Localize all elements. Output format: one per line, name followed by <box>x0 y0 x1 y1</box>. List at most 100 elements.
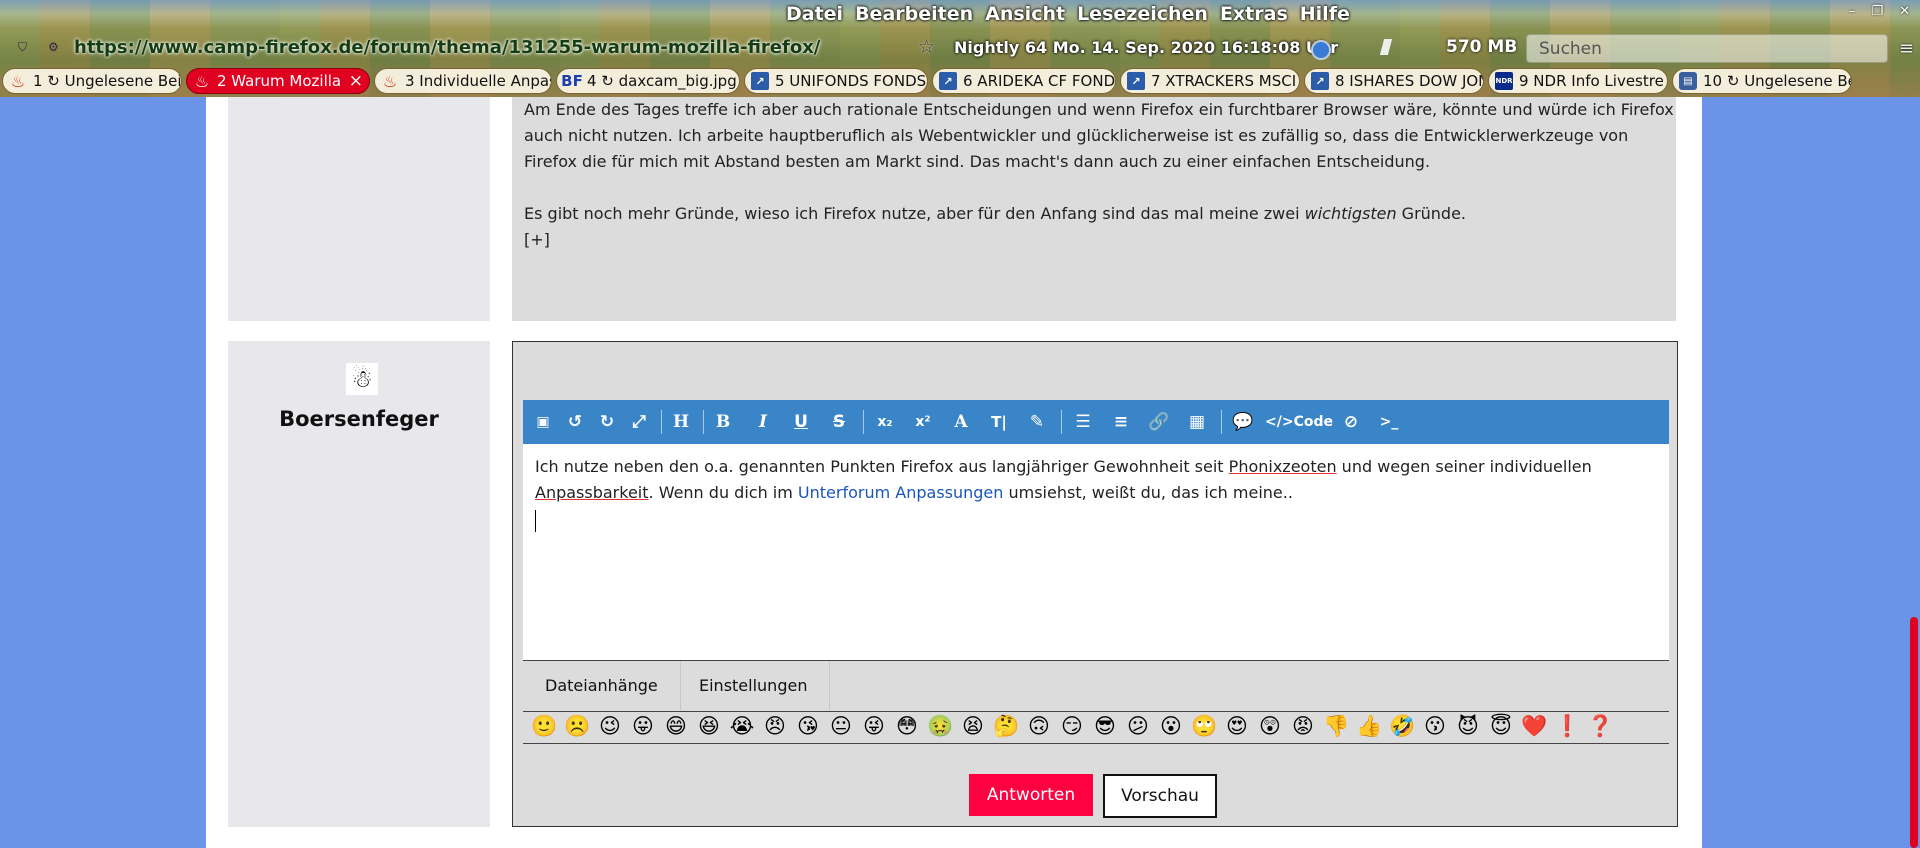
menu-bearbeiten[interactable]: Bearbeiten <box>855 3 973 25</box>
editor-tabs: Dateianhänge Einstellungen <box>523 660 1669 712</box>
smiley-icon[interactable]: ❗ <box>1554 713 1580 739</box>
menu-datei[interactable]: Datei <box>786 3 843 25</box>
undo-icon[interactable]: ↺ <box>561 400 589 444</box>
smiley-icon[interactable]: ❓ <box>1587 713 1613 739</box>
misspelled-word: Anpassbarkeit <box>535 483 649 502</box>
smiley-icon[interactable]: 😫 <box>960 713 986 739</box>
subscript-button[interactable]: x₂ <box>871 400 899 444</box>
maximize-button[interactable]: ❐ <box>1871 4 1883 19</box>
spoiler-icon[interactable]: ⊘ <box>1337 400 1365 444</box>
list-icon[interactable]: ☰ <box>1069 400 1097 444</box>
smiley-icon[interactable]: 😛 <box>630 713 656 739</box>
superscript-button[interactable]: x² <box>909 400 937 444</box>
tab-5[interactable]: ↗ 5 UNIFONDS FONDS <box>744 68 928 94</box>
avatar[interactable]: ☃ <box>346 363 378 395</box>
smiley-icon[interactable]: 😆 <box>696 713 722 739</box>
smiley-icon[interactable]: 🙄 <box>1191 713 1217 739</box>
strikethrough-button[interactable]: S <box>825 400 853 444</box>
scrollbar[interactable] <box>1908 97 1920 848</box>
smiley-icon[interactable]: 😡 <box>1290 713 1316 739</box>
close-tab-icon[interactable]: × <box>349 71 363 91</box>
smiley-icon[interactable]: 🙃 <box>1026 713 1052 739</box>
code-button[interactable]: </>Code <box>1265 400 1333 444</box>
menu-hilfe[interactable]: Hilfe <box>1300 3 1350 25</box>
smiley-icon[interactable]: 😐 <box>828 713 854 739</box>
expand-link[interactable]: [+] <box>524 227 1674 253</box>
menu-ansicht[interactable]: Ansicht <box>985 3 1065 25</box>
tab-label: 8 ISHARES DOW JON <box>1335 72 1484 90</box>
forum-link[interactable]: Unterforum Anpassungen <box>798 483 1004 502</box>
bold-button[interactable]: B <box>709 400 737 444</box>
smiley-icon[interactable]: 😭 <box>729 713 755 739</box>
smiley-icon[interactable]: 🙂 <box>531 713 557 739</box>
url-field[interactable]: https://www.camp-firefox.de/forum/thema/… <box>74 37 820 58</box>
scroll-thumb[interactable] <box>1910 617 1918 848</box>
smiley-icon[interactable]: 😈 <box>1455 713 1481 739</box>
smiley-icon[interactable]: 😎 <box>1092 713 1118 739</box>
smiley-icon[interactable]: 🤔 <box>993 713 1019 739</box>
link-icon[interactable]: 🔗 <box>1145 400 1173 444</box>
tab-1[interactable]: ♨ 1 ↻ Ungelesene Beit <box>2 68 182 94</box>
italic-button[interactable]: I <box>749 400 777 444</box>
close-window-button[interactable]: ✕ <box>1899 4 1910 19</box>
tab-7[interactable]: ↗ 7 XTRACKERS MSCI W <box>1120 68 1300 94</box>
smiley-icon[interactable]: 👎 <box>1323 713 1349 739</box>
shield-icon[interactable]: ⛉ <box>18 40 27 55</box>
font-size-button[interactable]: T| <box>985 400 1013 444</box>
menu-extras[interactable]: Extras <box>1220 3 1288 25</box>
tab-strip: ♨ 1 ↻ Ungelesene Beit ♨ 2 Warum Mozilla … <box>2 68 1920 96</box>
tab-8[interactable]: ↗ 8 ISHARES DOW JON <box>1304 68 1484 94</box>
tab-attachments[interactable]: Dateianhänge <box>523 661 681 710</box>
table-icon[interactable]: ▦ <box>1183 400 1211 444</box>
smiley-icon[interactable]: ❤️ <box>1521 713 1547 739</box>
brush-icon[interactable]: ✎ <box>1023 400 1051 444</box>
overflow-menu-icon[interactable]: ≡ <box>1899 38 1914 59</box>
tab-label: 6 ARIDEKA CF FONDS <box>963 72 1116 90</box>
smiley-icon[interactable]: 👍 <box>1356 713 1382 739</box>
font-button[interactable]: A <box>947 400 975 444</box>
smiley-icon[interactable]: 🤢 <box>927 713 953 739</box>
reply-text[interactable]: Ich nutze neben den o.a. genannten Punkt… <box>535 454 1655 506</box>
fullscreen-icon[interactable]: ⤢ <box>625 400 653 444</box>
smiley-icon[interactable]: 😠 <box>762 713 788 739</box>
source-icon[interactable]: ▣ <box>529 400 557 444</box>
smiley-icon[interactable]: 😜 <box>861 713 887 739</box>
firefox-icon[interactable] <box>1311 40 1331 60</box>
reply-button[interactable]: Antworten <box>969 774 1093 816</box>
tab-4[interactable]: BF 4 ↻ daxcam_big.jpg <box>556 68 740 94</box>
underline-button[interactable]: U <box>787 400 815 444</box>
smiley-icon[interactable]: ☹️ <box>564 713 590 739</box>
terminal-button[interactable]: >_ <box>1375 400 1403 444</box>
smiley-icon[interactable]: 😗 <box>1422 713 1448 739</box>
preview-button[interactable]: Vorschau <box>1103 774 1217 818</box>
tab-9[interactable]: NDR 9 NDR Info Livestre <box>1488 68 1668 94</box>
smiley-icon[interactable]: 😲 <box>1257 713 1283 739</box>
smiley-icon[interactable]: 😮 <box>1158 713 1184 739</box>
tab-settings[interactable]: Einstellungen <box>677 661 831 710</box>
tab-3[interactable]: ♨ 3 Individuelle Anpass <box>374 68 552 94</box>
quote-icon[interactable]: 💬 <box>1229 400 1257 444</box>
tab-2[interactable]: ♨ 2 Warum Mozilla × <box>186 68 370 94</box>
smiley-icon[interactable]: 😕 <box>1125 713 1151 739</box>
tab-10[interactable]: ▤ 10 ↻ Ungelesene Bei <box>1672 68 1852 94</box>
align-icon[interactable]: ≡ <box>1107 400 1135 444</box>
smiley-icon[interactable]: 😇 <box>1488 713 1514 739</box>
tab-label: 9 NDR Info Livestre <box>1519 72 1664 90</box>
heading-button[interactable]: H <box>667 400 695 444</box>
smiley-icon[interactable]: 😏 <box>1059 713 1085 739</box>
site-info-icon[interactable]: ⚙ <box>48 40 59 54</box>
tab-6[interactable]: ↗ 6 ARIDEKA CF FONDS <box>932 68 1116 94</box>
username[interactable]: Boersenfeger <box>228 407 490 431</box>
smiley-icon[interactable]: 😳 <box>894 713 920 739</box>
search-input[interactable]: Suchen <box>1526 34 1888 63</box>
bookmark-star-icon[interactable]: ☆ <box>918 36 935 58</box>
menu-lesezeichen[interactable]: Lesezeichen <box>1077 3 1208 25</box>
minimize-button[interactable]: – <box>1849 4 1856 19</box>
redo-icon[interactable]: ↻ <box>593 400 621 444</box>
smiley-icon[interactable]: 😉 <box>597 713 623 739</box>
smiley-icon[interactable]: 🤣 <box>1389 713 1415 739</box>
smiley-icon[interactable]: 😍 <box>1224 713 1250 739</box>
smiley-icon[interactable]: 😄 <box>663 713 689 739</box>
smiley-icon[interactable]: 😘 <box>795 713 821 739</box>
editor-content[interactable]: Ich nutze neben den o.a. genannten Punkt… <box>523 444 1669 660</box>
